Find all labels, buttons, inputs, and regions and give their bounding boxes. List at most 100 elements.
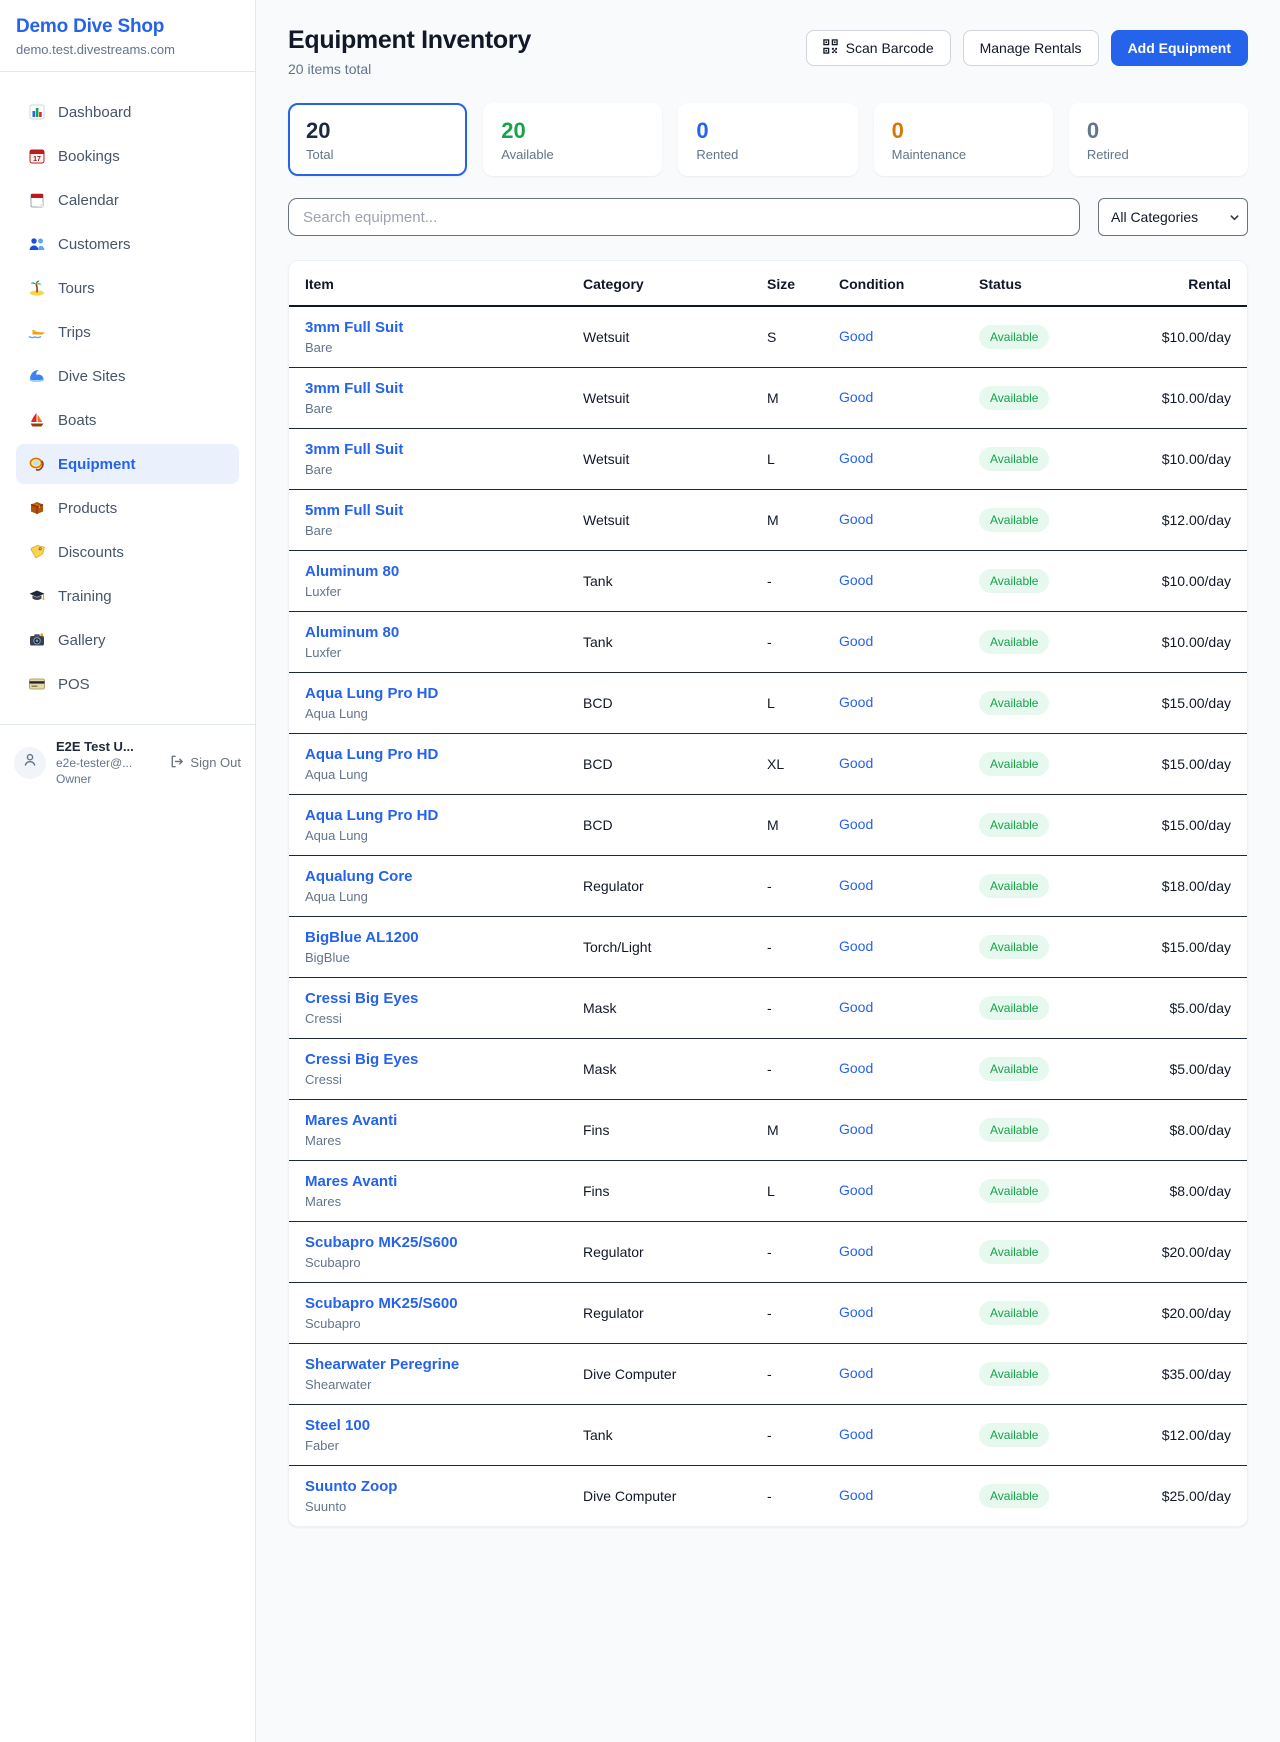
- item-name-link[interactable]: 3mm Full Suit: [305, 319, 551, 336]
- sidebar-item-dive-sites[interactable]: Dive Sites: [16, 356, 239, 396]
- status-badge: Available: [979, 447, 1049, 471]
- status-badge: Available: [979, 996, 1049, 1020]
- search-input[interactable]: [288, 198, 1080, 236]
- condition-link[interactable]: Good: [839, 938, 873, 954]
- brand-domain: demo.test.divestreams.com: [16, 42, 239, 57]
- wave-icon: [28, 367, 46, 385]
- size-cell: -: [751, 1283, 823, 1344]
- item-name-link[interactable]: Mares Avanti: [305, 1173, 551, 1190]
- rental-cell: $8.00/day: [1113, 1100, 1247, 1161]
- sidebar-item-discounts[interactable]: Discounts: [16, 532, 239, 572]
- condition-link[interactable]: Good: [839, 1426, 873, 1442]
- manage-rentals-button[interactable]: Manage Rentals: [963, 30, 1099, 66]
- condition-link[interactable]: Good: [839, 389, 873, 405]
- condition-link[interactable]: Good: [839, 1243, 873, 1259]
- stat-value: 0: [892, 117, 1035, 144]
- condition-link[interactable]: Good: [839, 877, 873, 893]
- sidebar-item-gallery[interactable]: Gallery: [16, 620, 239, 660]
- status-cell: Available: [963, 1161, 1113, 1222]
- island-icon: [28, 279, 46, 297]
- condition-link[interactable]: Good: [839, 816, 873, 832]
- calendar-date-icon: 17: [28, 147, 46, 165]
- sidebar-item-dashboard[interactable]: Dashboard: [16, 92, 239, 132]
- condition-link[interactable]: Good: [839, 1182, 873, 1198]
- item-name-link[interactable]: BigBlue AL1200: [305, 929, 551, 946]
- condition-link[interactable]: Good: [839, 633, 873, 649]
- rental-cell: $10.00/day: [1113, 612, 1247, 673]
- condition-link[interactable]: Good: [839, 1060, 873, 1076]
- condition-link[interactable]: Good: [839, 999, 873, 1015]
- sidebar-item-bookings[interactable]: 17 Bookings: [16, 136, 239, 176]
- category-select[interactable]: All Categories: [1098, 198, 1248, 236]
- item-cell: Suunto ZoopSuunto: [289, 1466, 567, 1527]
- condition-link[interactable]: Good: [839, 511, 873, 527]
- item-name-link[interactable]: Shearwater Peregrine: [305, 1356, 551, 1373]
- table-row: Aqua Lung Pro HDAqua LungBCDMGoodAvailab…: [289, 795, 1247, 856]
- item-name-link[interactable]: Aqualung Core: [305, 868, 551, 885]
- size-cell: S: [751, 306, 823, 368]
- stat-card-rented[interactable]: 0Rented: [678, 103, 857, 176]
- item-name-link[interactable]: 5mm Full Suit: [305, 502, 551, 519]
- item-name-link[interactable]: Scubapro MK25/S600: [305, 1234, 551, 1251]
- size-cell: -: [751, 1039, 823, 1100]
- condition-link[interactable]: Good: [839, 328, 873, 344]
- stat-card-total[interactable]: 20Total: [288, 103, 467, 176]
- condition-link[interactable]: Good: [839, 450, 873, 466]
- sidebar-item-tours[interactable]: Tours: [16, 268, 239, 308]
- size-cell: M: [751, 795, 823, 856]
- stat-value: 0: [1087, 117, 1230, 144]
- condition-link[interactable]: Good: [839, 694, 873, 710]
- condition-link[interactable]: Good: [839, 572, 873, 588]
- sidebar-item-products[interactable]: Products: [16, 488, 239, 528]
- stat-card-retired[interactable]: 0Retired: [1069, 103, 1248, 176]
- condition-link[interactable]: Good: [839, 1487, 873, 1503]
- item-brand: Mares: [305, 1194, 551, 1209]
- scan-barcode-button[interactable]: Scan Barcode: [806, 30, 951, 66]
- item-name-link[interactable]: Aluminum 80: [305, 624, 551, 641]
- item-name-link[interactable]: Aqua Lung Pro HD: [305, 685, 551, 702]
- item-name-link[interactable]: Suunto Zoop: [305, 1478, 551, 1495]
- sidebar-item-label: Bookings: [58, 148, 120, 165]
- item-name-link[interactable]: Aqua Lung Pro HD: [305, 807, 551, 824]
- item-name-link[interactable]: Scubapro MK25/S600: [305, 1295, 551, 1312]
- condition-cell: Good: [823, 856, 963, 917]
- condition-link[interactable]: Good: [839, 755, 873, 771]
- rental-cell: $15.00/day: [1113, 673, 1247, 734]
- condition-cell: Good: [823, 490, 963, 551]
- col-header-size: Size: [751, 261, 823, 306]
- condition-link[interactable]: Good: [839, 1304, 873, 1320]
- item-name-link[interactable]: Steel 100: [305, 1417, 551, 1434]
- bar-chart-icon: [28, 103, 46, 121]
- sidebar-item-calendar[interactable]: Calendar: [16, 180, 239, 220]
- size-cell: L: [751, 1161, 823, 1222]
- table-row: 3mm Full SuitBareWetsuitLGoodAvailable$1…: [289, 429, 1247, 490]
- manage-rentals-label: Manage Rentals: [980, 40, 1082, 56]
- condition-link[interactable]: Good: [839, 1121, 873, 1137]
- stat-card-available[interactable]: 20Available: [483, 103, 662, 176]
- sidebar-item-equipment[interactable]: Equipment: [16, 444, 239, 484]
- item-name-link[interactable]: Aluminum 80: [305, 563, 551, 580]
- sidebar-item-boats[interactable]: Boats: [16, 400, 239, 440]
- status-badge: Available: [979, 325, 1049, 349]
- condition-cell: Good: [823, 1100, 963, 1161]
- sidebar-item-training[interactable]: Training: [16, 576, 239, 616]
- item-name-link[interactable]: 3mm Full Suit: [305, 380, 551, 397]
- table-row: BigBlue AL1200BigBlueTorch/Light-GoodAva…: [289, 917, 1247, 978]
- item-name-link[interactable]: Cressi Big Eyes: [305, 990, 551, 1007]
- item-name-link[interactable]: Aqua Lung Pro HD: [305, 746, 551, 763]
- item-name-link[interactable]: Mares Avanti: [305, 1112, 551, 1129]
- sidebar-item-pos[interactable]: POS: [16, 664, 239, 704]
- item-name-link[interactable]: 3mm Full Suit: [305, 441, 551, 458]
- sidebar-item-customers[interactable]: Customers: [16, 224, 239, 264]
- stat-card-maintenance[interactable]: 0Maintenance: [874, 103, 1053, 176]
- sign-out-button[interactable]: Sign Out: [169, 754, 241, 772]
- category-cell: Regulator: [567, 1283, 751, 1344]
- sidebar-item-trips[interactable]: Trips: [16, 312, 239, 352]
- item-cell: Aluminum 80Luxfer: [289, 612, 567, 673]
- item-cell: Aqua Lung Pro HDAqua Lung: [289, 795, 567, 856]
- condition-link[interactable]: Good: [839, 1365, 873, 1381]
- category-cell: Dive Computer: [567, 1344, 751, 1405]
- item-brand: BigBlue: [305, 950, 551, 965]
- add-equipment-button[interactable]: Add Equipment: [1111, 30, 1248, 66]
- item-name-link[interactable]: Cressi Big Eyes: [305, 1051, 551, 1068]
